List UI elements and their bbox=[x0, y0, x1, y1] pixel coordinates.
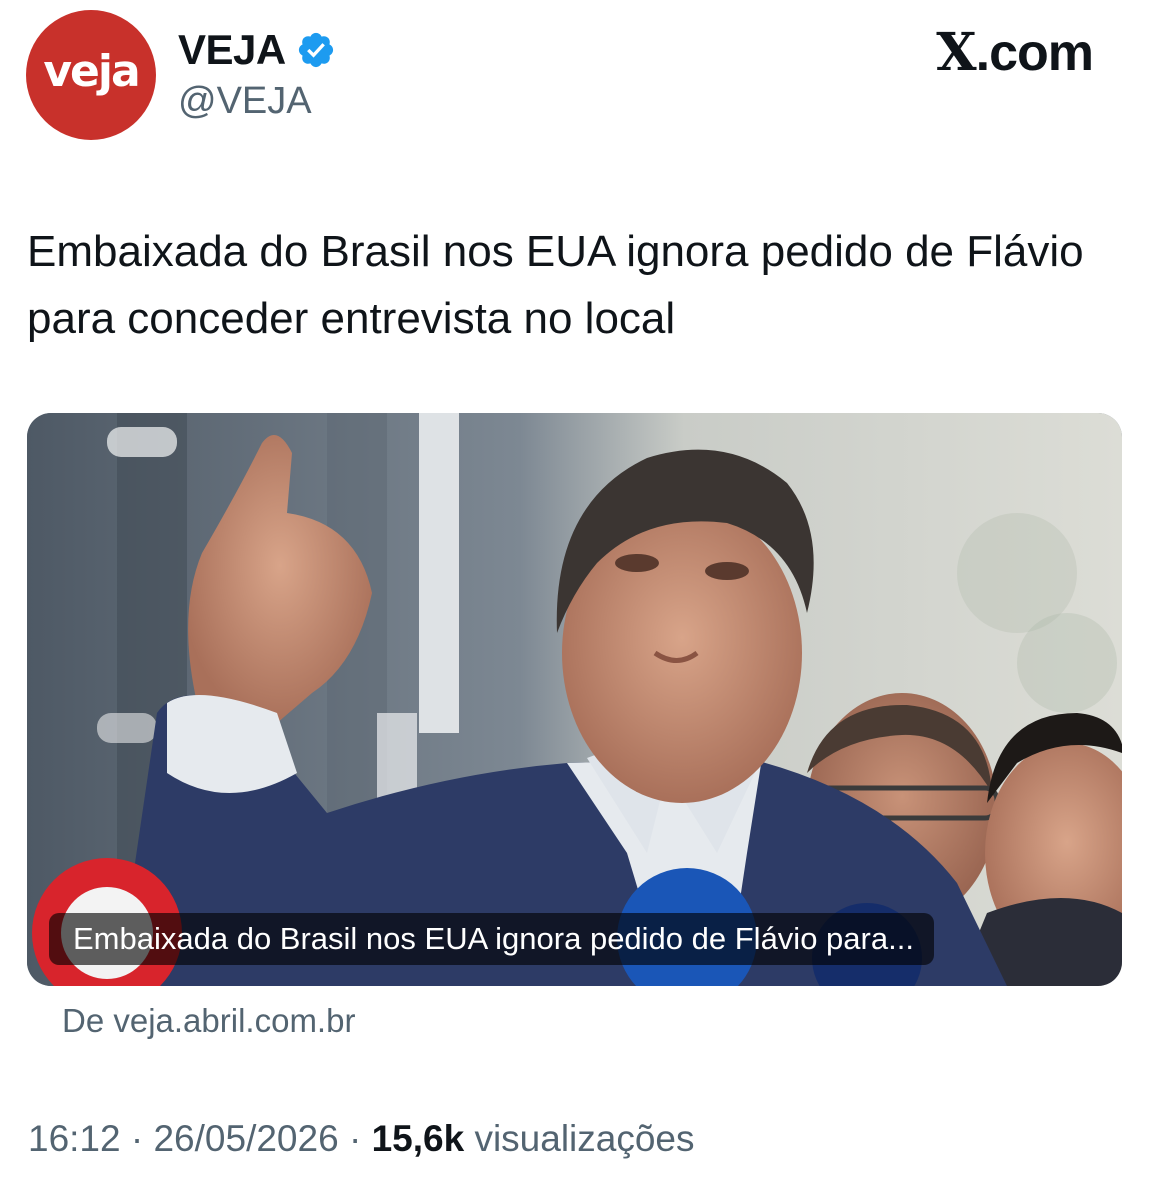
author-display-name[interactable]: VEJA bbox=[178, 26, 336, 74]
meta-separator: · bbox=[348, 1118, 362, 1159]
card-photo bbox=[27, 413, 1122, 986]
views-count: 15,6k bbox=[371, 1118, 465, 1159]
views-label: visualizações bbox=[474, 1118, 695, 1159]
tweet-date[interactable]: 26/05/2026 bbox=[153, 1118, 338, 1159]
x-logo-icon: X bbox=[936, 22, 976, 83]
author-handle[interactable]: @VEJA bbox=[178, 80, 312, 123]
veja-logo-text: veja bbox=[43, 45, 140, 97]
link-card[interactable]: Embaixada do Brasil nos EUA ignora pedid… bbox=[27, 413, 1122, 986]
author-name-label: VEJA bbox=[178, 26, 286, 73]
tweet-text: Embaixada do Brasil nos EUA ignora pedid… bbox=[27, 227, 1084, 343]
tweet-time[interactable]: 16:12 bbox=[28, 1118, 121, 1159]
tweet-meta: 16:12 · 26/05/2026 · 15,6k visualizações bbox=[28, 1118, 695, 1160]
meta-separator: · bbox=[130, 1118, 144, 1159]
card-source-link[interactable]: De veja.abril.com.br bbox=[62, 1002, 355, 1040]
x-com-brand: X.com bbox=[936, 22, 1094, 83]
card-caption: Embaixada do Brasil nos EUA ignora pedid… bbox=[49, 913, 934, 965]
verified-badge-icon bbox=[298, 32, 333, 68]
brand-domain: .com bbox=[975, 24, 1094, 82]
avatar[interactable]: veja bbox=[26, 10, 156, 140]
